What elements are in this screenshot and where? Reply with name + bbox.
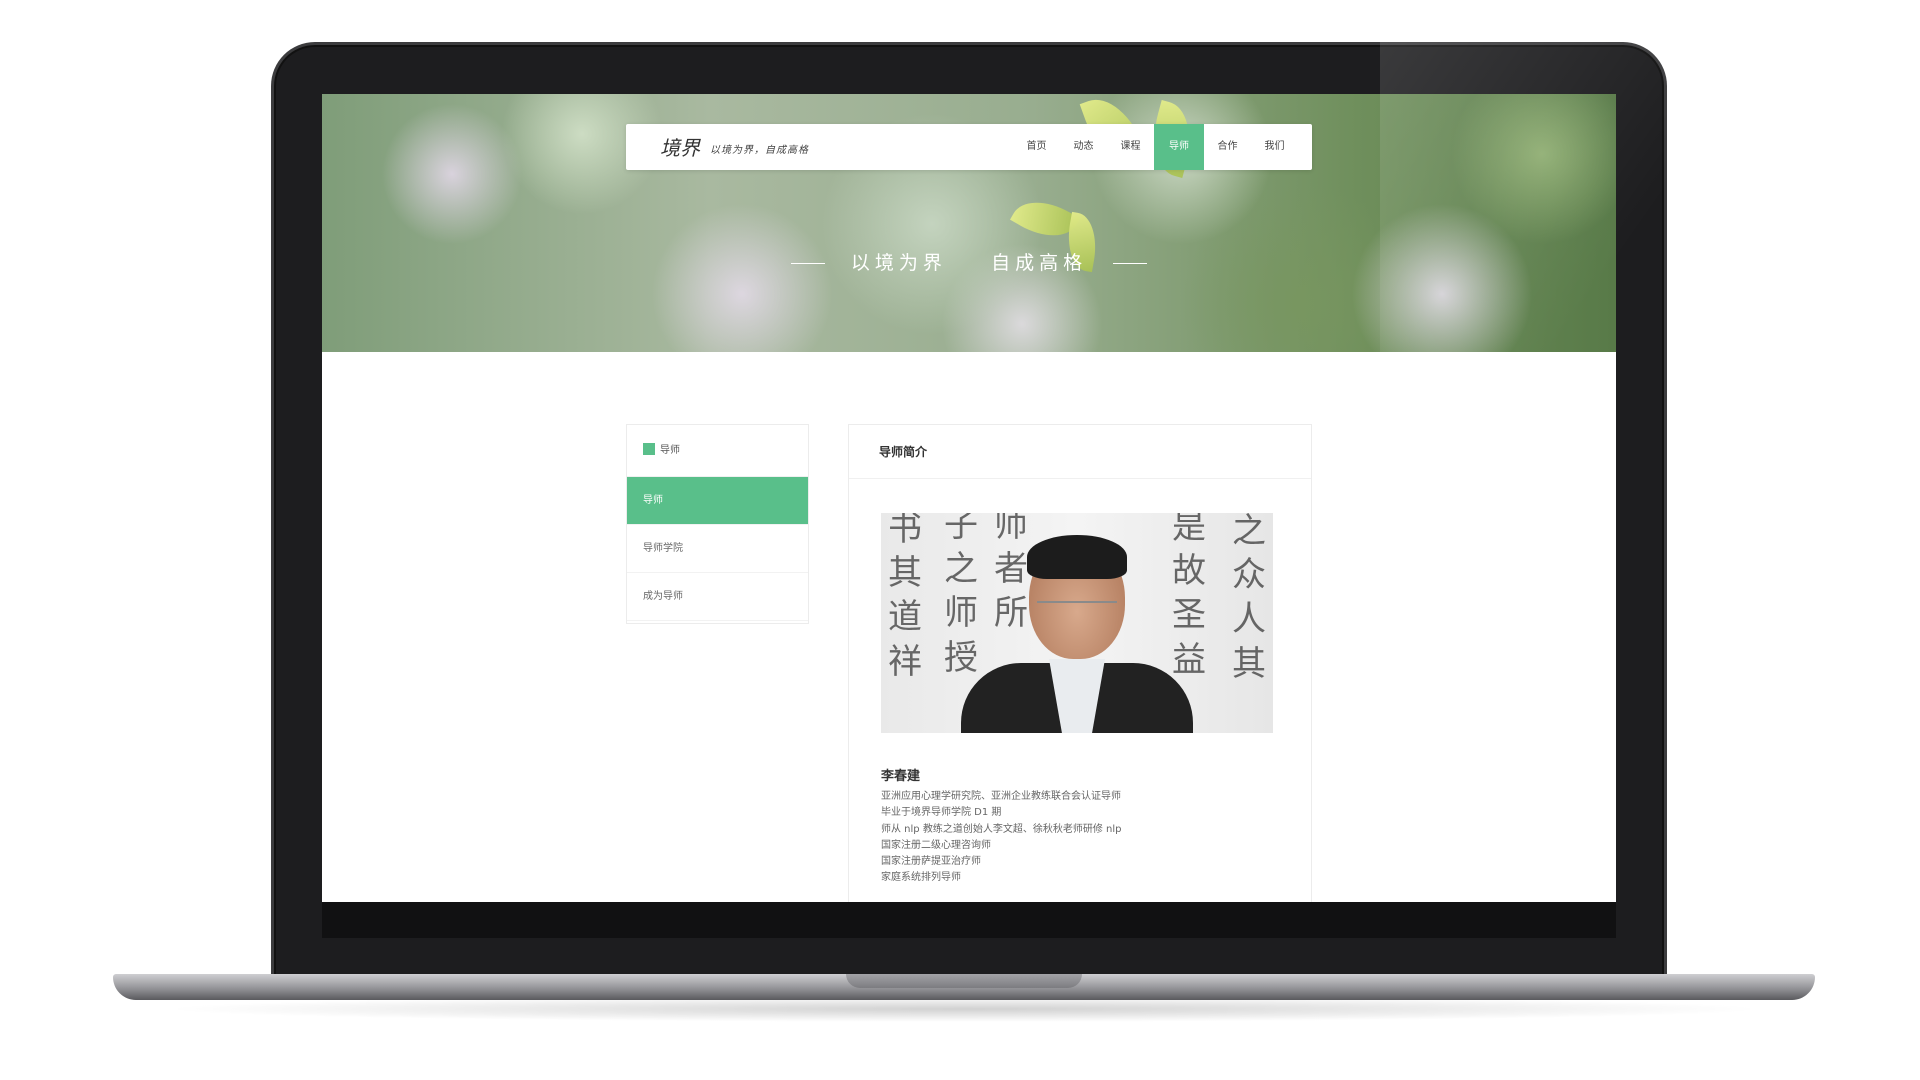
site-logo[interactable]: 境界 (660, 132, 700, 161)
hero-tagline: 以境为界 自成高格 (322, 248, 1616, 275)
nav-item-mentors[interactable]: 导师 (1154, 124, 1204, 170)
mentor-profile-panel: 导师简介 书其道祥 子之师授 师者所 是故圣益 之众人其 李春建 亚洲应用心理学… (848, 424, 1312, 902)
portrait-glasses (1037, 601, 1117, 617)
site-slogan: 以境为界，自成高格 (710, 145, 809, 156)
laptop-screen-chin (322, 902, 1616, 938)
bio-line: 国家注册二级心理咨询师 (881, 839, 991, 851)
bio-line: 师从 nlp 教练之道创始人李文超、徐秋秋老师研修 nlp (881, 823, 1122, 835)
sidebar-item-become-mentor[interactable]: 成为导师 (627, 573, 808, 621)
panel-title: 导师简介 (849, 425, 1311, 479)
laptop-screen: 以境为界 自成高格 境界 以境为界，自成高格 首页 动态 课程 导师 合作 我们… (322, 94, 1616, 902)
laptop-opening-notch (846, 974, 1082, 988)
tagline-right-rule (1113, 263, 1148, 264)
mentor-name: 李春建 (881, 769, 921, 784)
calligraphy-background: 之众人其 (1232, 513, 1266, 684)
tagline-part-2: 自成高格 (991, 252, 1088, 274)
calligraphy-background: 子之师授 (944, 513, 978, 678)
mentor-bio: 亚洲应用心理学研究院、亚洲企业教练联合会认证导师 毕业于境界导师学院 D1 期 … (881, 789, 1281, 887)
hero-banner: 以境为界 自成高格 境界 以境为界，自成高格 首页 动态 课程 导师 合作 我们 (322, 94, 1616, 352)
nav-item-courses[interactable]: 课程 (1107, 124, 1154, 170)
tagline-part-1: 以境为界 (850, 252, 947, 274)
sidebar-item-mentor[interactable]: 导师 (627, 477, 808, 525)
nav-item-news[interactable]: 动态 (1060, 124, 1107, 170)
calligraphy-background: 是故圣益 (1172, 513, 1206, 680)
nav-menu: 首页 动态 课程 导师 合作 我们 (1013, 124, 1312, 170)
sidebar-menu: 导师 导师 导师学院 成为导师 (626, 424, 809, 624)
bio-line: 亚洲应用心理学研究院、亚洲企业教练联合会认证导师 (881, 791, 1121, 802)
tagline-left-rule (790, 263, 825, 264)
sidebar-heading-label: 导师 (660, 445, 680, 456)
nav-item-cooperation[interactable]: 合作 (1204, 124, 1251, 170)
mentor-portrait: 书其道祥 子之师授 师者所 是故圣益 之众人其 (881, 513, 1273, 733)
sidebar-heading: 导师 (627, 425, 808, 477)
bio-line: 家庭系统排列导师 (881, 872, 961, 884)
calligraphy-background: 师者所 (994, 513, 1028, 634)
green-square-icon (643, 443, 655, 455)
bio-line: 国家注册萨提亚治疗师 (881, 856, 981, 868)
top-navbar: 境界 以境为界，自成高格 首页 动态 课程 导师 合作 我们 (626, 124, 1312, 170)
bio-line: 毕业于境界导师学院 D1 期 (881, 807, 1002, 819)
sidebar-item-mentor-academy[interactable]: 导师学院 (627, 525, 808, 573)
calligraphy-background: 书其道祥 (888, 513, 922, 682)
nav-item-home[interactable]: 首页 (1013, 124, 1060, 170)
portrait-hair (1027, 535, 1127, 579)
nav-item-about[interactable]: 我们 (1251, 124, 1298, 170)
